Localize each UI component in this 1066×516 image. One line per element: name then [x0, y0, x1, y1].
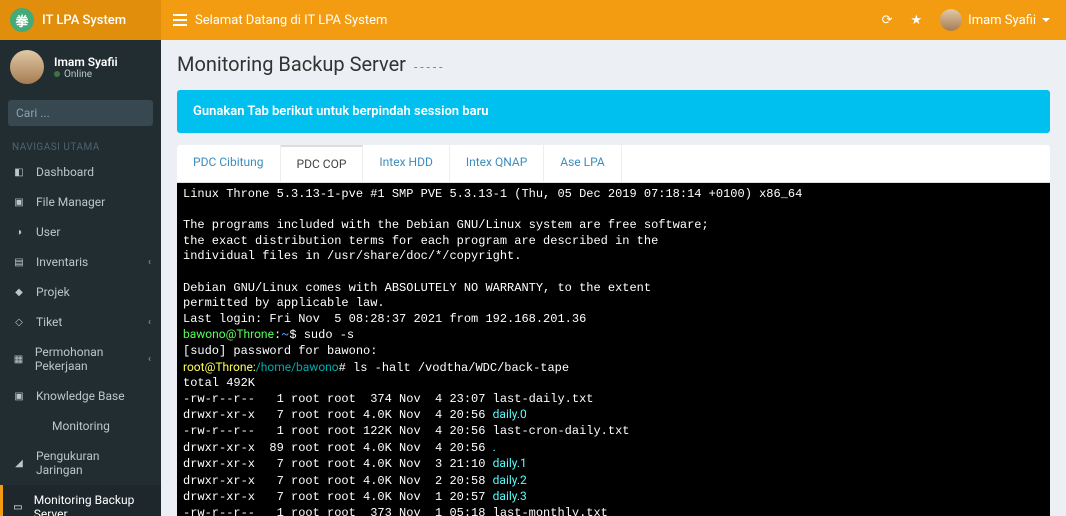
- session-tabs: PDC CibitungPDC COPIntex HDDIntex QNAPAs…: [177, 145, 1050, 183]
- nav-icon: ◇: [12, 317, 26, 328]
- brand-badge-icon: 拳: [10, 8, 34, 32]
- sidebar-search: [8, 100, 153, 126]
- topbar-username: Imam Syafii: [968, 13, 1036, 28]
- sidebar-item-file-manager[interactable]: ▣ File Manager: [0, 187, 161, 217]
- main-content: Monitoring Backup Server - - - - - Gunak…: [161, 40, 1066, 516]
- nav-label: Monitoring: [52, 419, 110, 433]
- chevron-down-icon: [1042, 18, 1050, 22]
- nav-label: Pengukuran Jaringan: [36, 449, 149, 477]
- sidebar-item-permohonan-pekerjaan[interactable]: ▦ Permohonan Pekerjaan‹: [0, 337, 161, 381]
- refresh-icon[interactable]: ⟳: [882, 13, 893, 28]
- sidebar-item-monitoring-backup-server[interactable]: ▭ Monitoring Backup Server: [0, 485, 161, 516]
- sidebar-item-monitoring[interactable]: Monitoring: [0, 411, 161, 441]
- nav-label: File Manager: [36, 195, 105, 209]
- sidebar-item-tiket[interactable]: ◇ Tiket ‹: [0, 307, 161, 337]
- avatar-icon: [940, 9, 962, 31]
- sidebar-status: Online: [54, 69, 118, 80]
- chevron-left-icon: ‹: [148, 317, 151, 328]
- status-dot-icon: [54, 71, 60, 77]
- nav-icon: ◧: [12, 167, 26, 178]
- sidebar-username: Imam Syafii: [54, 55, 118, 69]
- page-subtitle: - - - - -: [414, 60, 443, 74]
- sidebar-item-projek[interactable]: ◆ Projek: [0, 277, 161, 307]
- nav-icon: ◆: [12, 287, 26, 298]
- tab-intex-hdd[interactable]: Intex HDD: [363, 145, 449, 182]
- nav-icon: ▭: [12, 502, 24, 513]
- topbar-left: Selamat Datang di IT LPA System: [161, 13, 882, 28]
- sidebar-item-inventaris[interactable]: ▤ Inventaris ‹: [0, 247, 161, 277]
- chevron-left-icon: ‹: [148, 257, 151, 268]
- nav-label: User: [36, 225, 60, 239]
- brand-name: IT LPA System: [42, 13, 126, 28]
- page-header: Monitoring Backup Server - - - - -: [161, 40, 1066, 82]
- sidebar-user-panel: Imam Syafii Online: [0, 40, 161, 94]
- sidebar-item-user[interactable]: ◑ User: [0, 217, 161, 247]
- sidebar-item-knowledge-base[interactable]: ▣ Knowledge Base: [0, 381, 161, 411]
- page-title: Monitoring Backup Server - - - - -: [177, 52, 1050, 76]
- sidebar: Imam Syafii Online NAVIGASI UTAMA ◧ Dashb…: [0, 40, 161, 516]
- topbar-right: ⟳ ★ Imam Syafii: [882, 9, 1066, 31]
- nav-label: Dashboard: [36, 165, 94, 179]
- nav-label: Inventaris: [36, 255, 88, 269]
- nav-header: NAVIGASI UTAMA: [0, 134, 161, 157]
- nav-list: ◧ Dashboard ▣ File Manager ◑ User ▤ Inventaris ‹…: [0, 157, 161, 516]
- search-input[interactable]: [8, 100, 153, 126]
- info-callout: Gunakan Tab berikut untuk berpindah sess…: [177, 90, 1050, 133]
- nav-label: Knowledge Base: [36, 389, 125, 403]
- tab-ase-lpa[interactable]: Ase LPA: [544, 145, 621, 182]
- nav-label: Monitoring Backup Server: [34, 493, 149, 516]
- avatar-icon: [10, 50, 44, 84]
- tab-intex-qnap[interactable]: Intex QNAP: [450, 145, 544, 182]
- sidebar-item-pengukuran-jaringan[interactable]: ◢ Pengukuran Jaringan: [0, 441, 161, 485]
- sidebar-item-dashboard[interactable]: ◧ Dashboard: [0, 157, 161, 187]
- star-icon[interactable]: ★: [911, 13, 923, 28]
- tab-pdc-cibitung[interactable]: PDC Cibitung: [177, 145, 281, 182]
- nav-icon: ▣: [12, 197, 26, 208]
- nav-label: Tiket: [36, 315, 62, 329]
- brand-logo[interactable]: 拳 IT LPA System: [0, 0, 161, 40]
- terminal-output[interactable]: Linux Throne 5.3.13-1-pve #1 SMP PVE 5.3…: [177, 183, 1050, 516]
- menu-toggle-icon[interactable]: [173, 14, 187, 26]
- topbar: 拳 IT LPA System Selamat Datang di IT LPA…: [0, 0, 1066, 40]
- user-menu[interactable]: Imam Syafii: [940, 9, 1050, 31]
- nav-icon: ◢: [12, 458, 26, 469]
- nav-icon: ▣: [12, 391, 26, 402]
- nav-label: Projek: [36, 285, 70, 299]
- welcome-text: Selamat Datang di IT LPA System: [195, 13, 387, 28]
- nav-icon: ▤: [12, 257, 26, 268]
- chevron-left-icon: ‹: [148, 354, 151, 365]
- tab-pdc-cop[interactable]: PDC COP: [281, 145, 364, 183]
- nav-icon: ▦: [12, 354, 25, 365]
- nav-icon: ◑: [12, 227, 26, 238]
- nav-label: Permohonan Pekerjaan: [35, 345, 149, 373]
